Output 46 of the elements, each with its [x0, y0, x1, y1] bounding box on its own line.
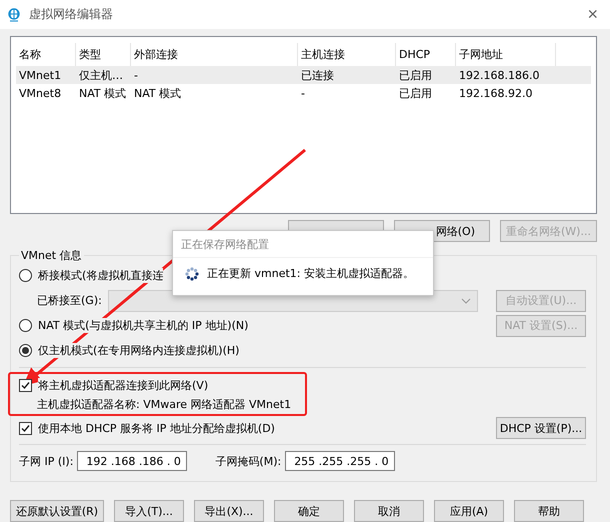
table-cell-text: 192.168.92.0: [458, 86, 534, 102]
chevron-down-icon: [460, 298, 471, 304]
dialog-button[interactable]: 确定: [274, 500, 344, 522]
close-button[interactable]: ×: [583, 4, 602, 25]
table-cell-text: 192.168.186.0: [458, 68, 540, 84]
spinner-icon: [185, 266, 199, 280]
subnet-mask-field[interactable]: 255 .255 .255 . 0: [285, 451, 396, 471]
dialog-button[interactable]: 导入(T)...: [114, 500, 184, 522]
dialog-button[interactable]: 应用(A): [434, 500, 504, 522]
table-row[interactable]: VMnet1 仅主机… - 已连接 已启用 192.168.186.0: [16, 66, 591, 84]
dialog-button[interactable]: 还原默认设置(R): [10, 500, 104, 522]
table-cell-text: NAT 模式: [78, 86, 128, 102]
table-cell-text: 已连接: [300, 68, 335, 84]
checkbox-label: 将主机虚拟适配器连接到此网络(V): [38, 378, 208, 392]
radio-button[interactable]: [19, 319, 32, 332]
popup-title: 正在保存网络配置: [173, 231, 433, 258]
table-cell-text: VMnet1: [18, 68, 62, 84]
table-cell-text: 已启用: [398, 86, 433, 102]
dialog-button[interactable]: 取消: [354, 500, 424, 522]
table-row[interactable]: VMnet8 NAT 模式 NAT 模式 - 已启用 192.168.92.0: [16, 84, 591, 102]
radio-button[interactable]: [19, 269, 32, 282]
table-cell-text: NAT 模式: [133, 86, 182, 102]
popup-message: 正在更新 vmnet1: 安装主机虚拟适配器。: [207, 266, 414, 281]
field-label: 已桥接至(G):: [37, 293, 102, 308]
checkbox[interactable]: [19, 378, 32, 392]
table-cell-text: -: [133, 68, 139, 84]
field-label: 子网掩码(M):: [215, 454, 282, 468]
table-cell-text: -: [300, 86, 306, 102]
dialog-button[interactable]: 导出(X)...: [194, 500, 264, 522]
radio-button[interactable]: [19, 344, 32, 357]
field-label: 子网 IP (I):: [19, 454, 74, 468]
table-cell-text: 仅主机…: [78, 68, 124, 84]
dhcp-settings-button[interactable]: DHCP 设置(P)...: [496, 417, 586, 439]
radio-label: NAT 模式(与虚拟机共享主机的 IP 地址)(N): [38, 318, 248, 333]
table-cell-text: VMnet8: [18, 86, 62, 102]
checkbox-label: 使用本地 DHCP 服务将 IP 地址分配给虚拟机(D): [38, 420, 275, 436]
radio-label: 桥接模式(将虚拟机直接连: [38, 268, 164, 283]
globe-icon: [7, 8, 21, 22]
adapter-name-text: 主机虚拟适配器名称: VMware 网络适配器 VMnet1: [37, 396, 292, 412]
radio-label: 仅主机模式(在专用网络内连接虚拟机)(H): [38, 343, 240, 358]
dialog-button[interactable]: 帮助: [514, 500, 584, 522]
checkbox[interactable]: [19, 422, 32, 434]
table-cell-text: 已启用: [398, 68, 433, 84]
window-title: 虚拟网络编辑器: [29, 6, 114, 23]
subnet-ip-field[interactable]: 192 .168 .186 . 0: [77, 451, 188, 471]
group-title: VMnet 信息: [20, 248, 83, 263]
